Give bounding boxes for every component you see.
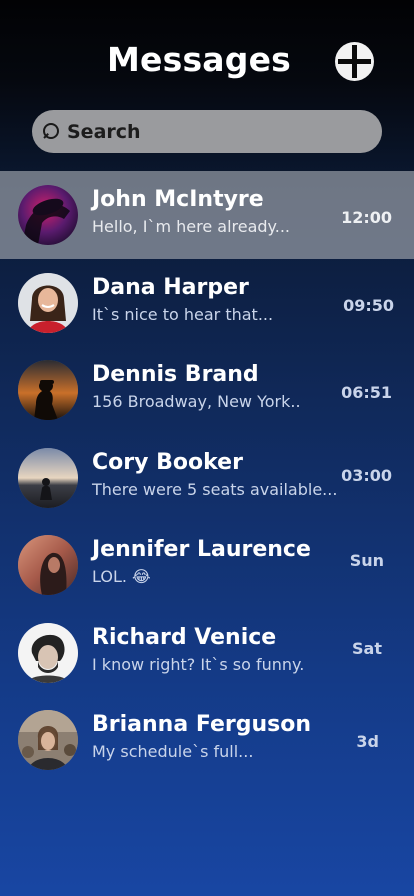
message-preview: My schedule`s full... [92,742,254,761]
message-time: Sun [349,551,384,570]
search-icon [41,121,63,143]
conversation-row[interactable]: John McIntyre Hello, I`m here already...… [0,171,414,259]
conversation-list: John McIntyre Hello, I`m here already...… [0,171,414,784]
conversation-row[interactable]: Brianna Ferguson My schedule`s full... 3… [0,696,414,784]
conversation-row[interactable]: Jennifer Laurence LOL. 😂 Sun [0,521,414,609]
conversation-row[interactable]: Cory Booker There were 5 seats available… [0,434,414,522]
message-time: 06:51 [341,383,392,402]
search-input[interactable] [67,120,347,143]
header: Messages [0,0,414,170]
avatar [18,272,78,333]
message-time: 3d [356,732,379,751]
conversation-row[interactable]: Dennis Brand 156 Broadway, New York.. 06… [0,346,414,434]
contact-name: John McIntyre [92,187,264,212]
avatar [18,622,78,683]
avatar [18,535,78,595]
compose-button[interactable] [335,42,374,81]
avatar [18,710,78,770]
message-preview: It`s nice to hear that... [92,304,274,324]
search-bar[interactable] [32,110,382,153]
contact-name: Richard Venice [92,624,277,650]
contact-name: Cory Booker [92,449,243,475]
avatar [18,185,78,245]
conversation-row[interactable]: Richard Venice I know right? It`s so fun… [0,609,414,697]
contact-name: Jennifer Laurence [92,537,311,562]
message-preview: LOL. 😂 [92,567,151,586]
contact-name: Dana Harper [92,274,249,300]
message-preview: I know right? It`s so funny. [92,654,305,674]
message-time: Sat [352,638,382,658]
contact-name: Dennis Brand [92,362,259,387]
message-preview: There were 5 seats available... [92,479,338,499]
message-preview: 156 Broadway, New York.. [92,392,301,411]
conversation-row[interactable]: Dana Harper It`s nice to hear that... 09… [0,259,414,347]
avatar [18,447,78,508]
avatar [18,360,78,420]
message-time: 03:00 [341,465,392,485]
message-time: 09:50 [343,295,394,315]
contact-name: Brianna Ferguson [92,712,312,737]
messages-screen: Messages John McIntyre Hello, I`m here a… [0,0,414,896]
message-time: 12:00 [341,208,392,227]
message-preview: Hello, I`m here already... [92,217,290,236]
